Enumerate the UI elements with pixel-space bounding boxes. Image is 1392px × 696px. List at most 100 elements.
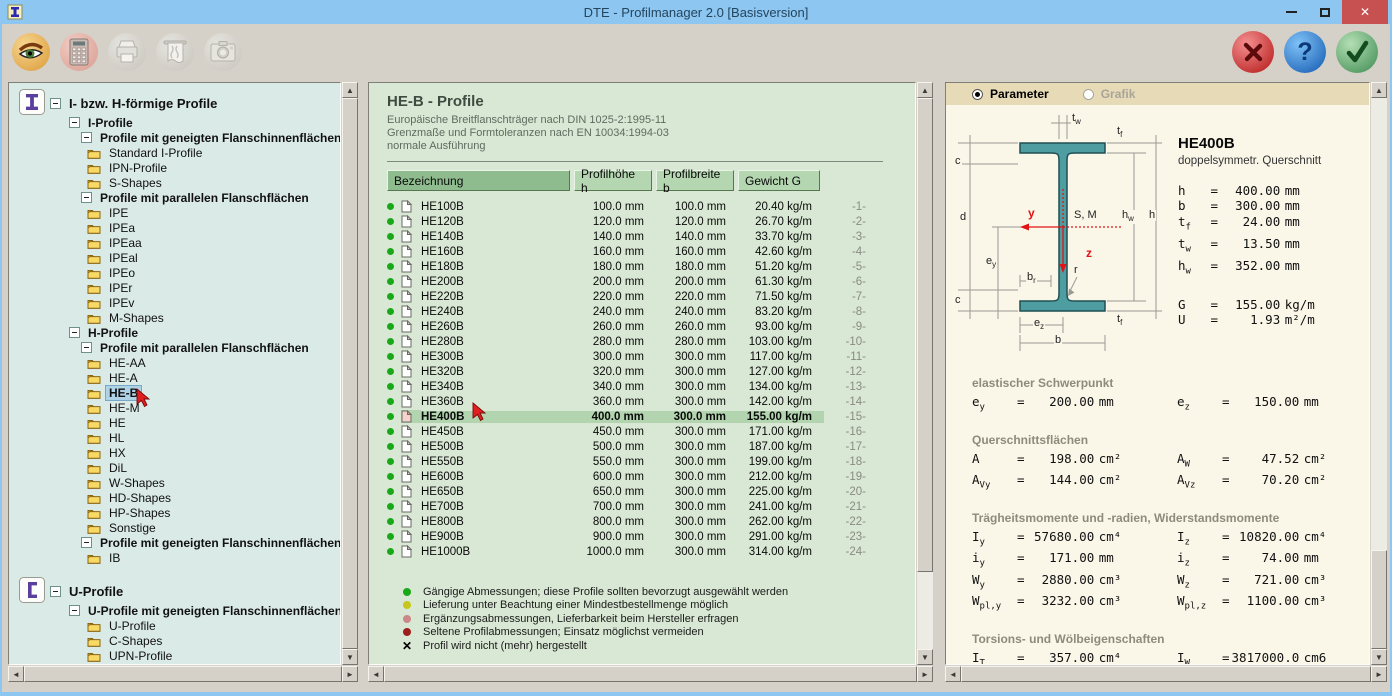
scroll-right-button[interactable]: ► [917, 666, 933, 682]
column-header-profilhoehe[interactable]: Profilhöhe h [574, 170, 652, 191]
tree-item-he-b[interactable]: HE-B [19, 385, 338, 400]
tree-item-sonstige[interactable]: Sonstige [19, 520, 338, 535]
tree-item-he-m[interactable]: HE-M [19, 400, 338, 415]
tree-item-hx[interactable]: HX [19, 445, 338, 460]
column-header-gewicht[interactable]: Gewicht G [738, 170, 820, 191]
tree-item-ipeaa[interactable]: IPEaa [19, 235, 338, 250]
table-row-he100b[interactable]: HE100B100.0 mm100.0 mm20.40 kg/m-1- [387, 199, 905, 214]
tree-item-ipe[interactable]: IPE [19, 205, 338, 220]
table-row-he400b[interactable]: HE400B400.0 mm300.0 mm155.00 kg/m-15- [387, 409, 905, 424]
tree-item-hp-shapes[interactable]: HP-Shapes [19, 505, 338, 520]
tree-item-profile-mit-geneigten-flanschinnenfl-chen[interactable]: Profile mit geneigten Flanschinnenfläche… [19, 130, 338, 145]
scroll-thumb[interactable] [1371, 550, 1387, 649]
scroll-left-button[interactable]: ◄ [8, 666, 24, 682]
tree-item-ib[interactable]: IB [19, 550, 338, 565]
tree-item-profile-mit-geneigten-flanschinnenfl-chen[interactable]: Profile mit geneigten Flanschinnenfläche… [19, 535, 338, 550]
scroll-down-button[interactable]: ▼ [1371, 649, 1387, 665]
table-row-he160b[interactable]: HE160B160.0 mm160.0 mm42.60 kg/m-4- [387, 244, 905, 259]
tree-item-upn-profile[interactable]: UPN-Profile [19, 648, 338, 663]
collapse-icon[interactable] [69, 605, 80, 616]
tree-item-ipea[interactable]: IPEa [19, 220, 338, 235]
scroll-right-button[interactable]: ► [1371, 666, 1387, 682]
scroll-up-button[interactable]: ▲ [917, 82, 933, 98]
tree-item-s-shapes[interactable]: S-Shapes [19, 175, 338, 190]
minimize-button[interactable] [1274, 0, 1308, 24]
scroll-thumb[interactable] [342, 98, 358, 649]
tree-item-ipeal[interactable]: IPEal [19, 250, 338, 265]
tree-item-he-aa[interactable]: HE-AA [19, 355, 338, 370]
table-row-he1000b[interactable]: HE1000B1000.0 mm300.0 mm314.00 kg/m-24- [387, 544, 905, 559]
tree-item-u-profile[interactable]: U-Profile [19, 618, 338, 633]
tree-item-profile-mit-parallelen-flanschfl-chen[interactable]: Profile mit parallelen Flanschflächen [19, 340, 338, 355]
scroll-thumb[interactable] [961, 666, 1371, 682]
tree-item-he-a[interactable]: HE-A [19, 370, 338, 385]
table-row-he340b[interactable]: HE340B340.0 mm300.0 mm134.00 kg/m-13- [387, 379, 905, 394]
maximize-button[interactable] [1308, 0, 1342, 24]
collapse-icon[interactable] [81, 132, 92, 143]
table-row-he900b[interactable]: HE900B900.0 mm300.0 mm291.00 kg/m-23- [387, 529, 905, 544]
column-header-profilbreite[interactable]: Profilbreite b [656, 170, 734, 191]
scroll-down-button[interactable]: ▼ [342, 649, 358, 665]
scroll-thumb[interactable] [917, 98, 933, 572]
calculator-icon[interactable] [60, 33, 98, 71]
tree-item-w-shapes[interactable]: W-Shapes [19, 475, 338, 490]
table-row-he450b[interactable]: HE450B450.0 mm300.0 mm171.00 kg/m-16- [387, 424, 905, 439]
tree-item-iper[interactable]: IPEr [19, 280, 338, 295]
table-row-he240b[interactable]: HE240B240.0 mm240.0 mm83.20 kg/m-8- [387, 304, 905, 319]
view-eye-icon[interactable] [12, 33, 50, 71]
table-row-he260b[interactable]: HE260B260.0 mm260.0 mm93.00 kg/m-9- [387, 319, 905, 334]
tree-item-he[interactable]: HE [19, 415, 338, 430]
ok-button[interactable] [1336, 31, 1378, 73]
tree-item-i-bzw-h-f-rmige-profile[interactable]: I- bzw. H-förmige Profile [19, 91, 338, 115]
tree-item-ipeo[interactable]: IPEo [19, 265, 338, 280]
collapse-icon[interactable] [50, 98, 61, 109]
collapse-icon[interactable] [69, 117, 80, 128]
tree-item-hl[interactable]: HL [19, 430, 338, 445]
tree-item-i-profile[interactable]: I-Profile [19, 115, 338, 130]
collapse-icon[interactable] [81, 342, 92, 353]
scroll-up-button[interactable]: ▲ [1371, 82, 1387, 98]
table-row-he120b[interactable]: HE120B120.0 mm120.0 mm26.70 kg/m-2- [387, 214, 905, 229]
collapse-icon[interactable] [50, 586, 61, 597]
cancel-button[interactable] [1232, 31, 1274, 73]
scroll-thumb[interactable] [24, 666, 342, 682]
table-row-he180b[interactable]: HE180B180.0 mm180.0 mm51.20 kg/m-5- [387, 259, 905, 274]
tree-item-dil[interactable]: DiL [19, 460, 338, 475]
collapse-icon[interactable] [69, 327, 80, 338]
tree-item-standard-i-profile[interactable]: Standard I-Profile [19, 145, 338, 160]
column-header-bezeichnung[interactable]: Bezeichnung [387, 170, 570, 191]
scroll-right-button[interactable]: ► [342, 666, 358, 682]
table-row-he320b[interactable]: HE320B320.0 mm300.0 mm127.00 kg/m-12- [387, 364, 905, 379]
tab-parameter[interactable]: Parameter [972, 87, 1049, 101]
close-button[interactable]: ✕ [1342, 0, 1388, 24]
table-row-he360b[interactable]: HE360B360.0 mm300.0 mm142.00 kg/m-14- [387, 394, 905, 409]
scroll-down-button[interactable]: ▼ [917, 649, 933, 665]
tree-item-h-profile[interactable]: H-Profile [19, 325, 338, 340]
tree-item-hd-shapes[interactable]: HD-Shapes [19, 490, 338, 505]
table-row-he550b[interactable]: HE550B550.0 mm300.0 mm199.00 kg/m-18- [387, 454, 905, 469]
table-row-he650b[interactable]: HE650B650.0 mm300.0 mm225.00 kg/m-20- [387, 484, 905, 499]
table-row-he800b[interactable]: HE800B800.0 mm300.0 mm262.00 kg/m-22- [387, 514, 905, 529]
table-row-he200b[interactable]: HE200B200.0 mm200.0 mm61.30 kg/m-6- [387, 274, 905, 289]
tree-item-profile-mit-parallelen-flanschfl-chen[interactable]: Profile mit parallelen Flanschflächen [19, 190, 338, 205]
table-row-he600b[interactable]: HE600B600.0 mm300.0 mm212.00 kg/m-19- [387, 469, 905, 484]
table-row-he700b[interactable]: HE700B700.0 mm300.0 mm241.00 kg/m-21- [387, 499, 905, 514]
table-row-he220b[interactable]: HE220B220.0 mm220.0 mm71.50 kg/m-7- [387, 289, 905, 304]
table-row-he140b[interactable]: HE140B140.0 mm140.0 mm33.70 kg/m-3- [387, 229, 905, 244]
tree-item-c-shapes[interactable]: C-Shapes [19, 633, 338, 648]
scroll-thumb[interactable] [384, 666, 917, 682]
help-button[interactable]: ? [1284, 31, 1326, 73]
scroll-left-button[interactable]: ◄ [945, 666, 961, 682]
tree-item-ipev[interactable]: IPEv [19, 295, 338, 310]
table-row-he280b[interactable]: HE280B280.0 mm280.0 mm103.00 kg/m-10- [387, 334, 905, 349]
collapse-icon[interactable] [81, 537, 92, 548]
tree-item-u-profile-mit-geneigten-flanschinnenfl-chen[interactable]: U-Profile mit geneigten Flanschinnenfläc… [19, 603, 338, 618]
table-row-he500b[interactable]: HE500B500.0 mm300.0 mm187.00 kg/m-17- [387, 439, 905, 454]
tree-item-u-profile[interactable]: U-Profile [19, 579, 338, 603]
scroll-up-button[interactable]: ▲ [342, 82, 358, 98]
scroll-left-button[interactable]: ◄ [368, 666, 384, 682]
tree-item-m-shapes[interactable]: M-Shapes [19, 310, 338, 325]
table-row-he300b[interactable]: HE300B300.0 mm300.0 mm117.00 kg/m-11- [387, 349, 905, 364]
tree-item-ipn-profile[interactable]: IPN-Profile [19, 160, 338, 175]
collapse-icon[interactable] [81, 192, 92, 203]
